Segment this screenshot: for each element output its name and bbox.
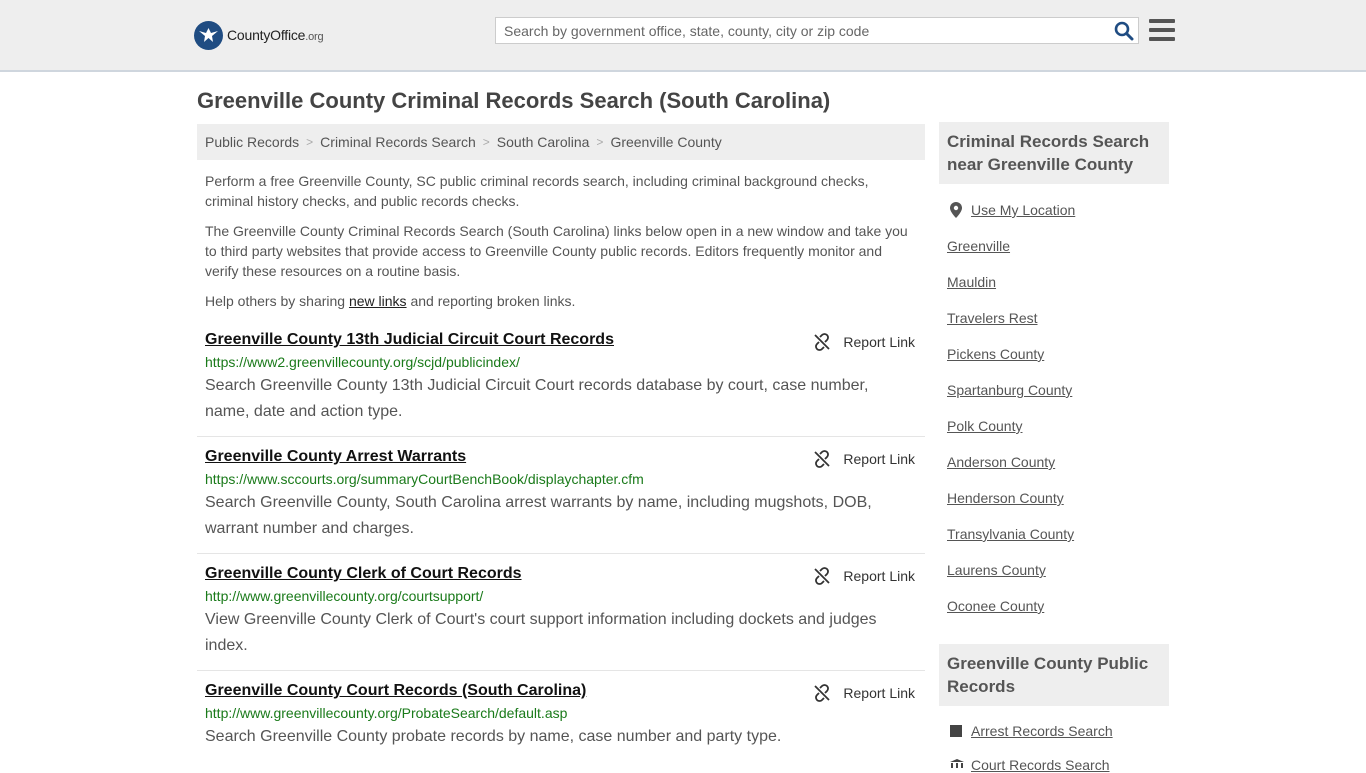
- report-link-button[interactable]: Report Link: [813, 684, 915, 702]
- report-link-button[interactable]: Report Link: [813, 450, 915, 468]
- sidebar-link-travelers-rest[interactable]: Travelers Rest: [947, 310, 1038, 326]
- result-url: http://www.greenvillecounty.org/ProbateS…: [205, 705, 568, 721]
- courthouse-icon: [950, 759, 964, 768]
- sidebar-link-anderson-county[interactable]: Anderson County: [947, 454, 1055, 470]
- result-item: Greenville County Arrest Warrants Report…: [197, 443, 925, 554]
- sidebar-link-laurens-county[interactable]: Laurens County: [947, 562, 1046, 578]
- broken-link-icon: [814, 567, 831, 585]
- result-url: http://www.greenvillecounty.org/courtsup…: [205, 588, 484, 604]
- sidebar-link-pickens-county[interactable]: Pickens County: [947, 346, 1044, 362]
- sidebar-link-court-records-search[interactable]: Court Records Search: [971, 757, 1110, 773]
- hamburger-menu-icon[interactable]: [1149, 19, 1175, 43]
- sidebar-link-transylvania-county[interactable]: Transylvania County: [947, 526, 1074, 542]
- logo-eagle-icon: [194, 20, 223, 50]
- result-item: Greenville County Clerk of Court Records…: [197, 560, 925, 671]
- result-item: Greenville County 13th Judicial Circuit …: [197, 326, 925, 437]
- breadcrumb: Public Records > Criminal Records Search…: [197, 124, 925, 160]
- breadcrumb-separator: >: [306, 135, 314, 149]
- result-description: View Greenville County Clerk of Court's …: [205, 611, 877, 654]
- report-link-button[interactable]: Report Link: [813, 333, 915, 351]
- sidebar-link-greenville[interactable]: Greenville: [947, 238, 1010, 254]
- broken-link-icon: [814, 684, 831, 702]
- result-url: https://www2.greenvillecounty.org/scjd/p…: [205, 354, 520, 370]
- intro-paragraph-2: The Greenville County Criminal Records S…: [205, 223, 908, 279]
- result-title-link[interactable]: Greenville County 13th Judicial Circuit …: [205, 331, 614, 349]
- sidebar-public-records-heading: Greenville County Public Records: [939, 644, 1169, 706]
- new-links-link[interactable]: new links: [349, 293, 407, 309]
- result-title-link[interactable]: Greenville County Clerk of Court Records: [205, 565, 522, 583]
- broken-link-icon: [814, 450, 831, 468]
- use-my-location-link[interactable]: Use My Location: [971, 202, 1075, 218]
- search-icon: [1114, 21, 1134, 41]
- result-item: Greenville County Court Records (South C…: [197, 677, 925, 761]
- search-box: [495, 17, 1139, 44]
- sidebar-nearby-heading: Criminal Records Search near Greenville …: [939, 122, 1169, 184]
- help-paragraph: Help others by sharing new links and rep…: [205, 293, 576, 309]
- site-logo[interactable]: CountyOffice.org: [194, 20, 324, 50]
- sidebar-link-arrest-records-search[interactable]: Arrest Records Search: [971, 723, 1113, 739]
- location-pin-icon: [950, 202, 962, 218]
- result-url: https://www.sccourts.org/summaryCourtBen…: [205, 471, 644, 487]
- site-header: CountyOffice.org: [0, 0, 1366, 72]
- result-description: Search Greenville County, South Carolina…: [205, 494, 872, 537]
- breadcrumb-separator: >: [596, 135, 604, 149]
- sidebar-link-oconee-county[interactable]: Oconee County: [947, 598, 1044, 614]
- broken-link-icon: [814, 333, 831, 351]
- sidebar-link-henderson-county[interactable]: Henderson County: [947, 490, 1064, 506]
- search-input[interactable]: [496, 18, 1104, 43]
- breadcrumb-greenville-county[interactable]: Greenville County: [610, 134, 721, 150]
- arrest-records-icon: [950, 725, 962, 737]
- sidebar-link-mauldin[interactable]: Mauldin: [947, 274, 996, 290]
- result-title-link[interactable]: Greenville County Court Records (South C…: [205, 682, 586, 700]
- report-link-button[interactable]: Report Link: [813, 567, 915, 585]
- sidebar-link-polk-county[interactable]: Polk County: [947, 418, 1022, 434]
- page-title: Greenville County Criminal Records Searc…: [197, 88, 831, 113]
- search-button[interactable]: [1114, 21, 1134, 41]
- breadcrumb-public-records[interactable]: Public Records: [205, 134, 299, 150]
- result-description: Search Greenville County 13th Judicial C…: [205, 377, 869, 420]
- breadcrumb-criminal-records-search[interactable]: Criminal Records Search: [320, 134, 476, 150]
- result-title-link[interactable]: Greenville County Arrest Warrants: [205, 448, 466, 466]
- sidebar-link-spartanburg-county[interactable]: Spartanburg County: [947, 382, 1072, 398]
- logo-text: CountyOffice.org: [227, 27, 324, 43]
- breadcrumb-south-carolina[interactable]: South Carolina: [497, 134, 590, 150]
- intro-paragraph-1: Perform a free Greenville County, SC pub…: [205, 173, 869, 209]
- result-description: Search Greenville County probate records…: [205, 728, 782, 745]
- breadcrumb-separator: >: [482, 135, 490, 149]
